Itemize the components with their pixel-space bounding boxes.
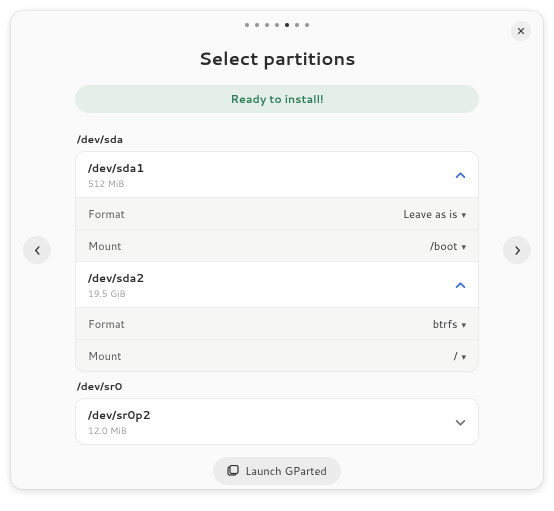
mount-dropdown[interactable]: /boot ▾ bbox=[430, 238, 466, 254]
progress-dots bbox=[11, 11, 543, 27]
progress-dot bbox=[295, 23, 299, 27]
chevron-up-icon bbox=[455, 170, 466, 181]
row-label: Format bbox=[88, 206, 125, 222]
disk-label: /dev/sda bbox=[77, 133, 479, 147]
row-value: btrfs bbox=[433, 316, 458, 332]
progress-dot-active bbox=[285, 23, 289, 27]
chevron-up-icon bbox=[455, 280, 466, 291]
chevron-right-icon bbox=[513, 246, 522, 255]
disk-card: /dev/sr0p2 12.0 MiB bbox=[75, 398, 479, 445]
partition-name: /dev/sda2 bbox=[88, 270, 144, 286]
partition-header[interactable]: /dev/sda2 19.5 GiB bbox=[76, 262, 478, 308]
format-dropdown[interactable]: Leave as is ▾ bbox=[403, 206, 466, 222]
disk-label: /dev/sr0 bbox=[77, 380, 479, 394]
partition-header[interactable]: /dev/sda1 512 MiB bbox=[76, 152, 478, 198]
mount-row[interactable]: Mount /boot ▾ bbox=[76, 230, 478, 262]
row-value: / bbox=[454, 348, 458, 364]
caret-down-icon: ▾ bbox=[461, 240, 466, 253]
partition-name: /dev/sr0p2 bbox=[88, 407, 150, 423]
mount-dropdown[interactable]: / ▾ bbox=[454, 348, 466, 364]
progress-dot bbox=[305, 23, 309, 27]
mount-row[interactable]: Mount / ▾ bbox=[76, 340, 478, 371]
progress-dot bbox=[245, 23, 249, 27]
caret-down-icon: ▾ bbox=[461, 350, 466, 363]
disk-icon bbox=[227, 465, 239, 477]
row-label: Mount bbox=[88, 238, 121, 254]
partition-size: 12.0 MiB bbox=[88, 424, 150, 437]
close-button[interactable]: ✕ bbox=[511, 21, 531, 41]
caret-down-icon: ▾ bbox=[461, 318, 466, 331]
row-value: /boot bbox=[430, 238, 457, 254]
progress-dot bbox=[255, 23, 259, 27]
caret-down-icon: ▾ bbox=[461, 208, 466, 221]
progress-dot bbox=[275, 23, 279, 27]
partition-name: /dev/sda1 bbox=[88, 160, 144, 176]
row-label: Format bbox=[88, 316, 125, 332]
format-row[interactable]: Format btrfs ▾ bbox=[76, 308, 478, 340]
partition-size: 512 MiB bbox=[88, 177, 144, 190]
installer-window: ✕ Select partitions Ready to install! /d… bbox=[11, 11, 543, 489]
row-value: Leave as is bbox=[403, 206, 457, 222]
next-button[interactable] bbox=[503, 236, 531, 264]
close-icon: ✕ bbox=[516, 23, 525, 39]
page-title: Select partitions bbox=[11, 45, 543, 71]
partition-size: 19.5 GiB bbox=[88, 287, 144, 300]
gparted-row: Launch GParted bbox=[75, 457, 479, 485]
chevron-down-icon bbox=[455, 417, 466, 428]
status-badge: Ready to install! bbox=[75, 85, 479, 113]
row-label: Mount bbox=[88, 348, 121, 364]
button-label: Launch GParted bbox=[245, 463, 327, 479]
prev-button[interactable] bbox=[23, 236, 51, 264]
disk-card: /dev/sda1 512 MiB Format Leave as is ▾ M… bbox=[75, 151, 479, 372]
progress-dot bbox=[265, 23, 269, 27]
chevron-left-icon bbox=[33, 246, 42, 255]
partition-content: /dev/sda /dev/sda1 512 MiB Format Leave … bbox=[11, 113, 543, 489]
partition-header[interactable]: /dev/sr0p2 12.0 MiB bbox=[76, 399, 478, 444]
format-dropdown[interactable]: btrfs ▾ bbox=[433, 316, 466, 332]
launch-gparted-button[interactable]: Launch GParted bbox=[213, 457, 341, 485]
format-row[interactable]: Format Leave as is ▾ bbox=[76, 198, 478, 230]
status-text: Ready to install! bbox=[230, 91, 323, 107]
